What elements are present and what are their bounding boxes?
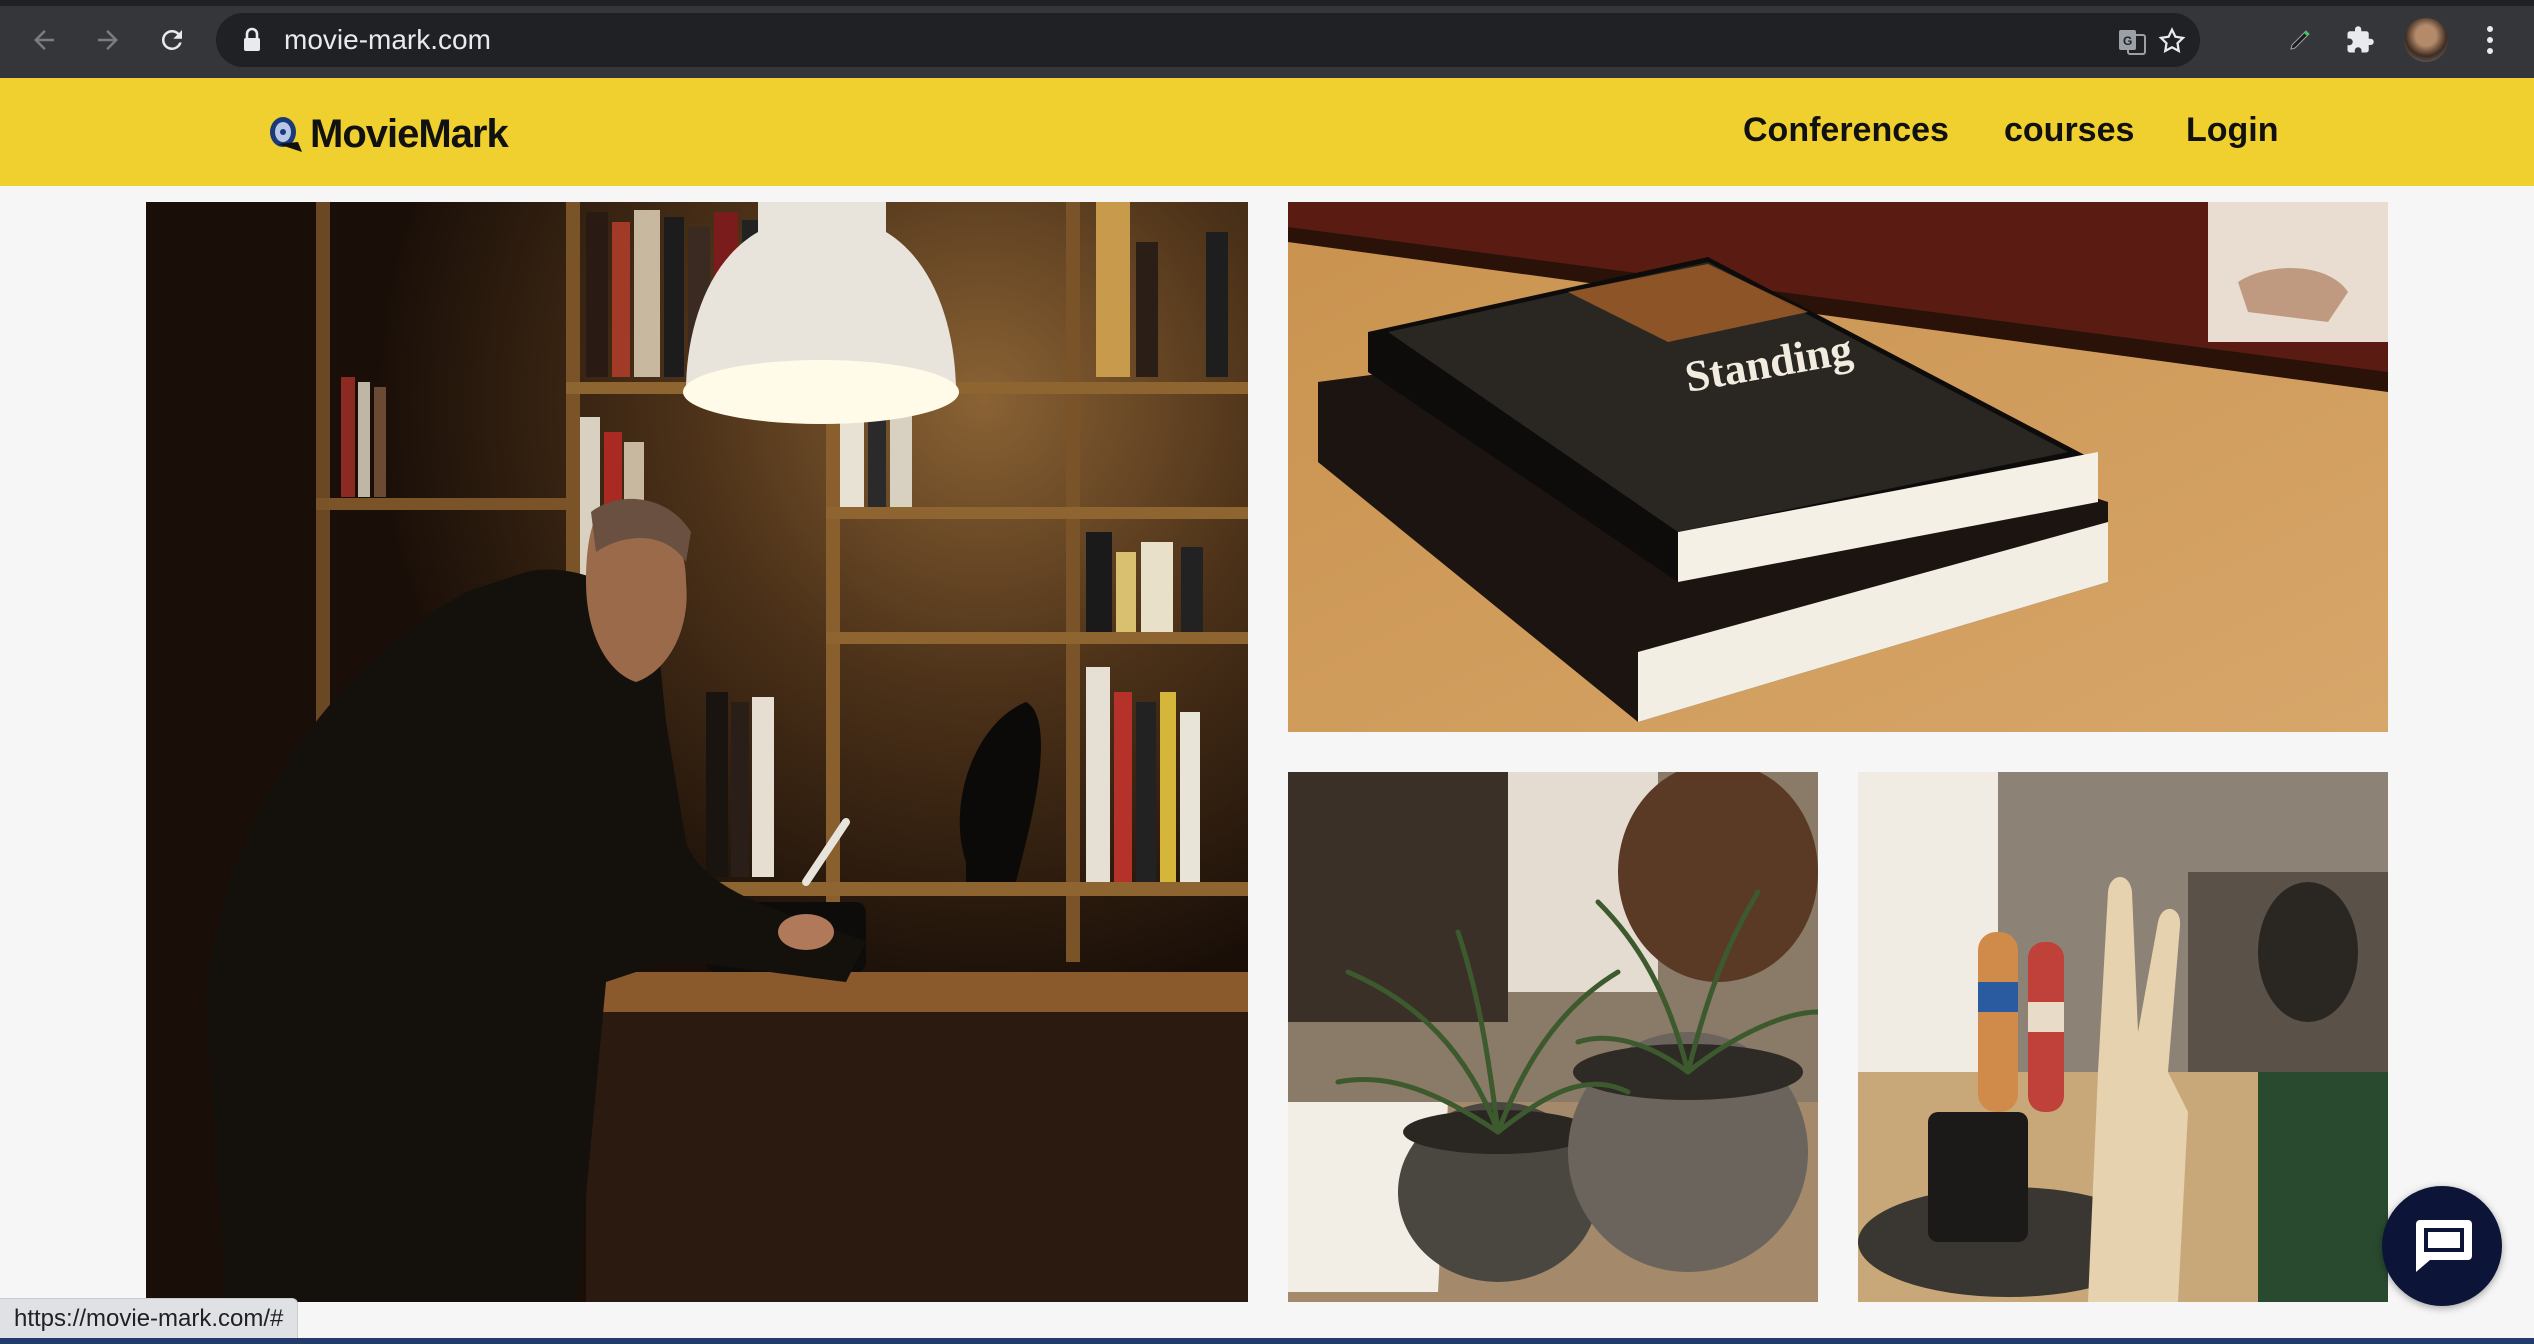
chat-widget-button[interactable]	[2382, 1186, 2502, 1306]
status-bar-url: https://movie-mark.com/#	[0, 1298, 299, 1339]
address-bar[interactable]: movie-mark.com G	[216, 13, 2200, 67]
nav-link-conferences[interactable]: Conferences	[1743, 111, 1949, 150]
nav-link-courses[interactable]: courses	[2004, 111, 2134, 150]
lock-icon	[242, 27, 262, 58]
bookmark-star-icon[interactable]	[2156, 25, 2188, 57]
logo-wordmark: MovieMark	[310, 111, 509, 156]
chat-bubble-icon	[2416, 1220, 2472, 1272]
reload-button[interactable]	[152, 20, 192, 60]
photo-stacked-books-on-table: Standing	[1288, 202, 2388, 732]
more-menu-icon[interactable]	[2470, 20, 2510, 60]
back-button[interactable]	[24, 20, 64, 60]
nav-link-login[interactable]: Login	[2186, 111, 2279, 150]
tab-strip-edge	[0, 0, 2534, 6]
site-header: MovieMark Conferences courses Login	[0, 78, 2534, 186]
browser-chrome: movie-mark.com G	[0, 0, 2534, 78]
svg-text:G: G	[2123, 34, 2132, 48]
site-logo[interactable]: MovieMark	[268, 108, 509, 160]
reload-icon	[161, 29, 182, 50]
photo-man-writing-at-desk	[146, 202, 1248, 1302]
profile-avatar[interactable]	[2404, 18, 2448, 62]
film-reel-logo-icon	[270, 117, 302, 152]
arrow-left-icon	[34, 30, 54, 50]
photo-wooden-figures-desk	[1858, 772, 2388, 1302]
photo-potted-plants	[1288, 772, 1818, 1302]
arrow-right-icon	[98, 30, 118, 50]
forward-button[interactable]	[88, 20, 128, 60]
taskbar-strip	[0, 1338, 2534, 1344]
translate-icon[interactable]: G	[2116, 25, 2148, 57]
address-url: movie-mark.com	[284, 24, 491, 55]
pen-extension-icon[interactable]	[2280, 20, 2320, 60]
extensions-puzzle-icon[interactable]	[2340, 20, 2380, 60]
